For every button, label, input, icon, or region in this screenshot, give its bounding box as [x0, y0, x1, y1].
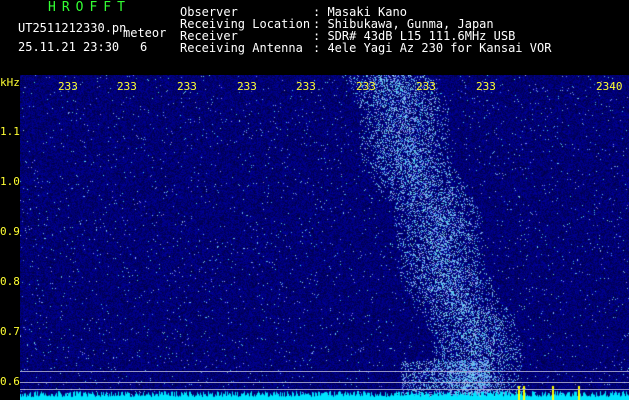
count-label: 6 [140, 40, 148, 54]
x-tick: 233 [237, 80, 257, 93]
x-tick: 233 [117, 80, 137, 93]
x-tick: 233 [296, 80, 316, 93]
x-tick: 233 [58, 80, 78, 93]
x-tick: 233 [476, 80, 496, 93]
x-tick: 233 [416, 80, 436, 93]
antenna-label: Receiving Antenna [180, 41, 303, 55]
y-tick: 0.9 [0, 225, 20, 238]
y-tick: 0.8 [0, 275, 20, 288]
reference-line [20, 389, 629, 390]
spectrogram-plot [20, 75, 629, 400]
y-tick: 1.1 [0, 125, 20, 138]
x-tick: 233 [177, 80, 197, 93]
y-tick: 1.0 [0, 175, 20, 188]
header-panel: HROFFT UT2511212330.pn meteor 25.11.21 2… [0, 0, 629, 75]
datetime-label: 25.11.21 23:30 [18, 40, 120, 54]
reference-line [20, 382, 629, 383]
y-tick: 0.7 [0, 325, 20, 338]
kind-label: meteor [123, 26, 167, 40]
y-tick: 0.6 [0, 375, 20, 388]
brand-label: HROFFT [48, 0, 131, 15]
filename-label: UT2511212330.pn [18, 21, 127, 35]
x-tick: 233 [356, 80, 376, 93]
y-unit-label: kHz [0, 76, 20, 89]
spectrogram-canvas [20, 75, 629, 400]
reference-line [20, 371, 629, 372]
x-tick: 2340 [596, 80, 623, 93]
antenna-value: : 4ele Yagi Az 230 for Kansai VOR [313, 41, 552, 55]
